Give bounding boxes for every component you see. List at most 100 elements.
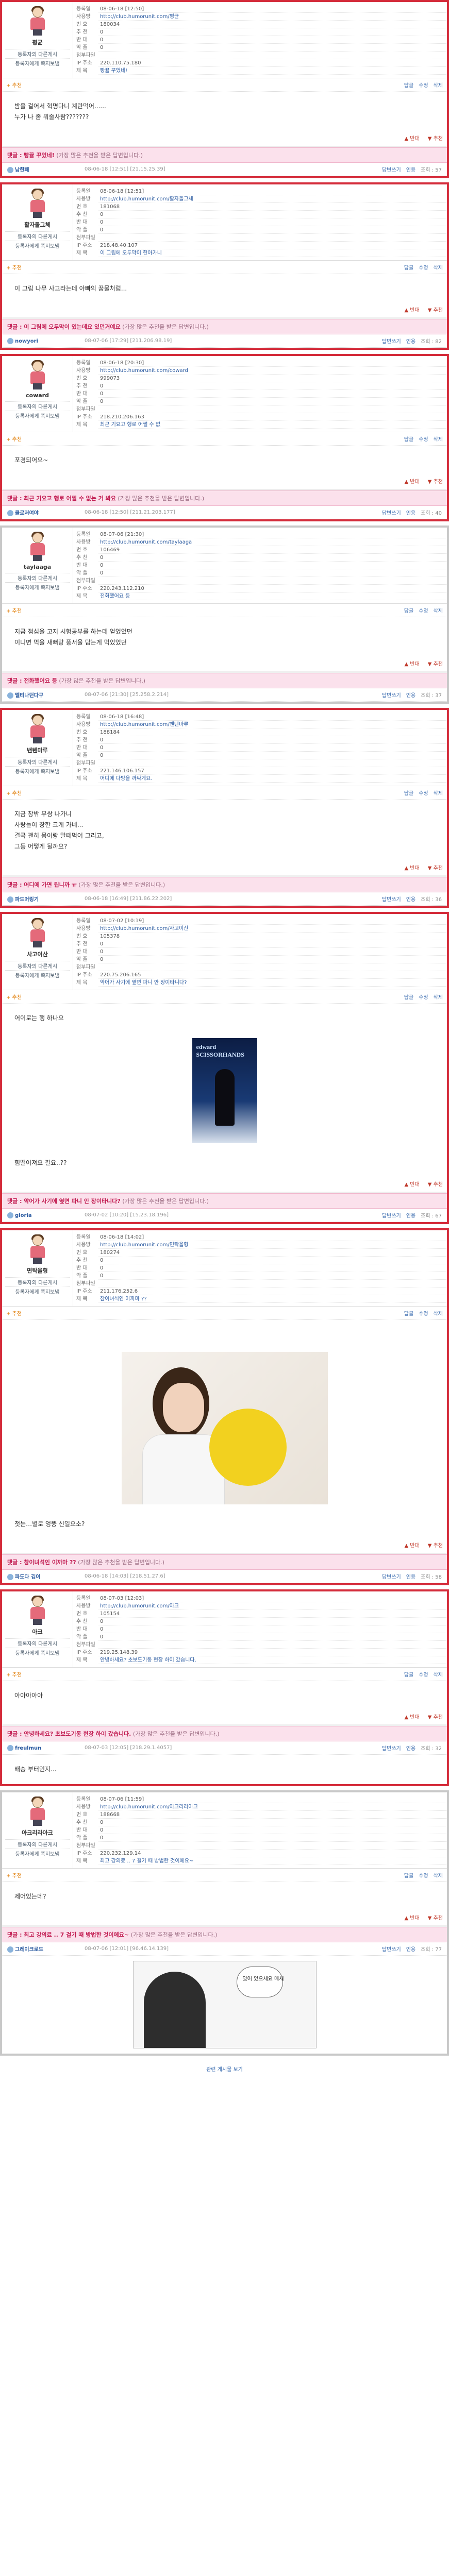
avatar[interactable] bbox=[26, 1234, 49, 1264]
vote-down-button[interactable]: ▼ 추천 bbox=[428, 1541, 443, 1549]
quote-link[interactable]: 인용 bbox=[406, 1211, 415, 1219]
vote-up-button[interactable]: ▲ 반대 bbox=[404, 863, 419, 871]
info-value[interactable]: http://club.humorunit.com/taylaaga bbox=[98, 538, 447, 546]
send-message-link[interactable]: 등록자에게 쪽지보냄 bbox=[5, 970, 70, 979]
vote-up-button[interactable]: ▲ 반대 bbox=[404, 1541, 419, 1549]
vote-down-button[interactable]: ▼ 추천 bbox=[428, 134, 443, 142]
quote-link[interactable]: 인용 bbox=[406, 337, 415, 345]
recommend-button[interactable]: + 추천 bbox=[6, 1309, 22, 1317]
vote-up-button[interactable]: ▲ 반대 bbox=[404, 1913, 419, 1921]
vote-down-button[interactable]: ▼ 추천 bbox=[428, 863, 443, 871]
avatar[interactable] bbox=[26, 532, 49, 562]
vote-up-button[interactable]: ▲ 반대 bbox=[404, 477, 419, 485]
edit-link[interactable]: 수정 bbox=[419, 993, 428, 1001]
avatar[interactable] bbox=[26, 1797, 49, 1826]
vote-up-button[interactable]: ▲ 반대 bbox=[404, 306, 419, 313]
author-nick[interactable]: 사고이산 bbox=[5, 950, 70, 958]
author-nick[interactable]: 면탁을형 bbox=[5, 1266, 70, 1275]
send-message-link[interactable]: 등록자에게 쪽지보냄 bbox=[5, 582, 70, 591]
info-value[interactable]: 최고 강의료 .. 7 걸기 때 방법한 것이에요~ bbox=[98, 1857, 447, 1865]
reply-write-link[interactable]: 답변쓰기 bbox=[382, 895, 401, 903]
vote-up-button[interactable]: ▲ 반대 bbox=[404, 659, 419, 667]
info-value[interactable]: 전화했어요 등 bbox=[98, 592, 447, 600]
other-posts-link[interactable]: 등록자의 다른게시 bbox=[5, 1839, 70, 1849]
reply-write-link[interactable]: 답변쓰기 bbox=[382, 165, 401, 173]
recommend-button[interactable]: + 추천 bbox=[6, 789, 22, 796]
edit-link[interactable]: 수정 bbox=[419, 1670, 428, 1678]
reply-link[interactable]: 답글 bbox=[404, 1309, 413, 1317]
recommend-button[interactable]: + 추천 bbox=[6, 263, 22, 271]
edit-link[interactable]: 수정 bbox=[419, 435, 428, 443]
info-value[interactable]: 빵뀰 꾸었네! bbox=[98, 67, 447, 75]
send-message-link[interactable]: 등록자에게 쪽지보냄 bbox=[5, 1286, 70, 1296]
reply-author[interactable]: 클로저여야 bbox=[7, 509, 85, 516]
reply-write-link[interactable]: 답변쓰기 bbox=[382, 1945, 401, 1953]
author-nick[interactable]: taylaaga bbox=[5, 564, 70, 570]
delete-link[interactable]: 삭제 bbox=[434, 263, 443, 271]
vote-down-button[interactable]: ▼ 추천 bbox=[428, 1913, 443, 1921]
delete-link[interactable]: 삭제 bbox=[434, 1670, 443, 1678]
reply-author[interactable]: 그레이크로드 bbox=[7, 1945, 85, 1953]
send-message-link[interactable]: 등록자에게 쪽지보냄 bbox=[5, 1648, 70, 1657]
info-value[interactable]: http://club.humorunit.com/사고이산 bbox=[98, 925, 447, 933]
page-bar[interactable]: 관련 게시물 보기 bbox=[0, 2060, 449, 2088]
avatar[interactable] bbox=[26, 6, 49, 36]
recommend-button[interactable]: + 추천 bbox=[6, 1871, 22, 1879]
info-value[interactable]: http://club.humorunit.com/밴텐마루 bbox=[98, 721, 447, 728]
delete-link[interactable]: 삭제 bbox=[434, 1871, 443, 1879]
quote-link[interactable]: 인용 bbox=[406, 1744, 415, 1752]
other-posts-link[interactable]: 등록자의 다른게시 bbox=[5, 757, 70, 766]
info-value[interactable]: http://club.humorunit.com/coward bbox=[98, 367, 447, 375]
other-posts-link[interactable]: 등록자의 다른게시 bbox=[5, 401, 70, 411]
edit-link[interactable]: 수정 bbox=[419, 789, 428, 796]
info-value[interactable]: 안녕하세요? 초보도기동 현장 하이 갔습니다. bbox=[98, 1656, 447, 1664]
reply-write-link[interactable]: 답변쓰기 bbox=[382, 1744, 401, 1752]
send-message-link[interactable]: 등록자에게 쪽지보냄 bbox=[5, 1849, 70, 1858]
edit-link[interactable]: 수정 bbox=[419, 1871, 428, 1879]
author-nick[interactable]: 아크 bbox=[5, 1628, 70, 1636]
info-value[interactable]: 어디에 다방을 까싸게요. bbox=[98, 775, 447, 783]
reply-author[interactable]: 파도다 김이 bbox=[7, 1572, 85, 1580]
other-posts-link[interactable]: 등록자의 다른게시 bbox=[5, 961, 70, 970]
send-message-link[interactable]: 등록자에게 쪽지보냄 bbox=[5, 241, 70, 250]
reply-write-link[interactable]: 답변쓰기 bbox=[382, 509, 401, 516]
delete-link[interactable]: 삭제 bbox=[434, 435, 443, 443]
other-posts-link[interactable]: 등록자의 다른게시 bbox=[5, 1638, 70, 1648]
delete-link[interactable]: 삭제 bbox=[434, 789, 443, 796]
info-value[interactable]: http://club.humorunit.com/아크리라아크 bbox=[98, 1803, 447, 1811]
other-posts-link[interactable]: 등록자의 다른게시 bbox=[5, 231, 70, 241]
vote-up-button[interactable]: ▲ 반대 bbox=[404, 1180, 419, 1188]
reply-link[interactable]: 답글 bbox=[404, 435, 413, 443]
recommend-button[interactable]: + 추천 bbox=[6, 993, 22, 1001]
info-value[interactable]: 최근 기요고 행로 어쩔 수 없 bbox=[98, 421, 447, 429]
reply-author[interactable]: gloria bbox=[7, 1212, 85, 1218]
author-nick[interactable]: 밴텐마루 bbox=[5, 746, 70, 754]
vote-down-button[interactable]: ▼ 추천 bbox=[428, 1180, 443, 1188]
recommend-button[interactable]: + 추천 bbox=[6, 606, 22, 614]
quote-link[interactable]: 인용 bbox=[406, 691, 415, 699]
reply-link[interactable]: 답글 bbox=[404, 789, 413, 796]
delete-link[interactable]: 삭제 bbox=[434, 81, 443, 89]
vote-down-button[interactable]: ▼ 추천 bbox=[428, 1713, 443, 1720]
reply-link[interactable]: 답글 bbox=[404, 993, 413, 1001]
reply-write-link[interactable]: 답변쓰기 bbox=[382, 1572, 401, 1580]
vote-up-button[interactable]: ▲ 반대 bbox=[404, 1713, 419, 1720]
author-nick[interactable]: 평균 bbox=[5, 38, 70, 46]
reply-link[interactable]: 답글 bbox=[404, 1871, 413, 1879]
send-message-link[interactable]: 등록자에게 쪽지보냄 bbox=[5, 766, 70, 775]
avatar[interactable] bbox=[26, 189, 49, 218]
reply-link[interactable]: 답글 bbox=[404, 1670, 413, 1678]
vote-down-button[interactable]: ▼ 추천 bbox=[428, 659, 443, 667]
info-value[interactable]: http://club.humorunit.com/면탁을형 bbox=[98, 1241, 447, 1249]
other-posts-link[interactable]: 등록자의 다른게시 bbox=[5, 49, 70, 58]
author-nick[interactable]: coward bbox=[5, 392, 70, 399]
avatar[interactable] bbox=[26, 714, 49, 744]
reply-author[interactable]: 멜티나던다구 bbox=[7, 691, 85, 699]
quote-link[interactable]: 인용 bbox=[406, 165, 415, 173]
vote-down-button[interactable]: ▼ 추천 bbox=[428, 477, 443, 485]
reply-write-link[interactable]: 답변쓰기 bbox=[382, 1211, 401, 1219]
reply-author[interactable]: freulmun bbox=[7, 1744, 85, 1751]
info-value[interactable]: 악어가 사기에 옆면 파니 안 장이타니다? bbox=[98, 979, 447, 987]
edit-link[interactable]: 수정 bbox=[419, 606, 428, 614]
info-value[interactable]: http://club.humorunit.com/평균 bbox=[98, 13, 447, 21]
